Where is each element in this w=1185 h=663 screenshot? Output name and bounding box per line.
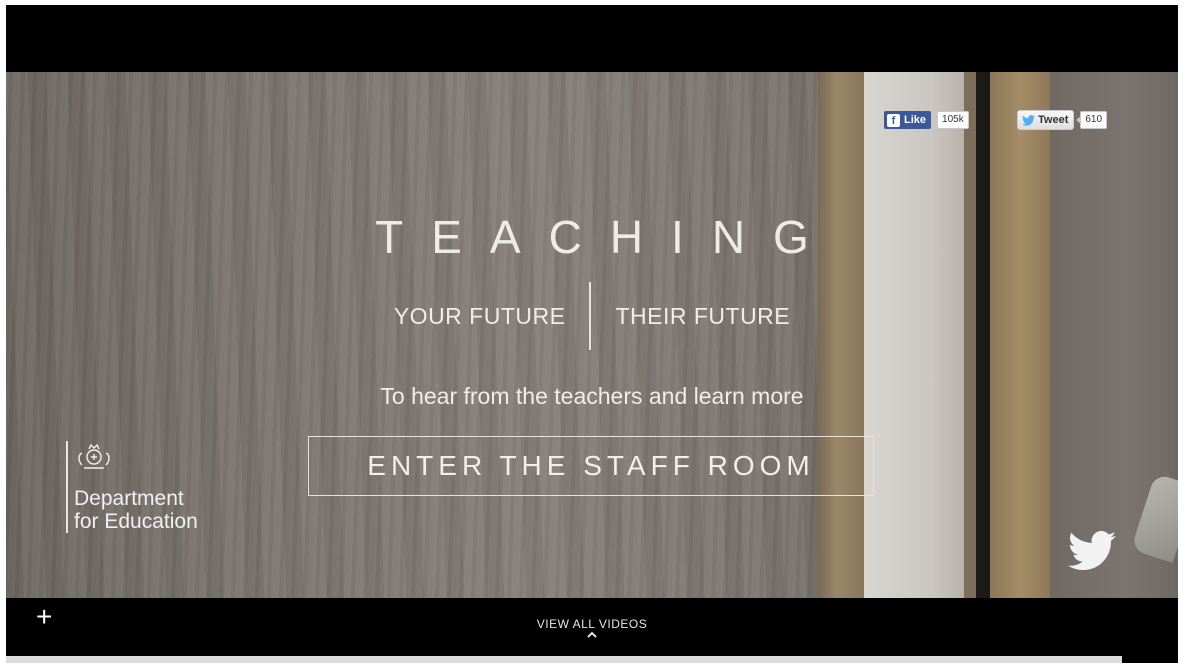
tweet-label: Tweet [1038, 114, 1069, 126]
video-frame: f Like 105k Tweet 610 TEACHING YOUR FUTU… [6, 5, 1178, 663]
facebook-like-button[interactable]: f Like [884, 111, 932, 129]
facebook-like-widget[interactable]: f Like 105k [884, 110, 969, 130]
royal-crest-icon [74, 441, 198, 479]
top-bar [6, 5, 1178, 72]
logo-line-2: for Education [74, 510, 198, 533]
tagline-left: YOUR FUTURE [393, 302, 566, 329]
hero-tagline: YOUR FUTURE THEIR FUTURE [6, 282, 1178, 350]
twitter-bird-icon[interactable] [1068, 531, 1116, 571]
twitter-bird-icon [1022, 114, 1035, 126]
like-label: Like [904, 114, 927, 126]
logo-line-1: Department [74, 487, 184, 510]
tweet-count: 610 [1076, 111, 1108, 129]
hero-subtitle: To hear from the teachers and learn more [380, 383, 804, 409]
hero-title: TEACHING [375, 211, 837, 263]
dfe-logo[interactable]: Department for Education [66, 441, 198, 533]
tagline-divider [589, 282, 592, 350]
tweet-widget[interactable]: Tweet 610 [1017, 110, 1108, 130]
tweet-button[interactable]: Tweet [1017, 110, 1075, 130]
like-count: 105k [933, 111, 969, 129]
chevron-up-icon[interactable] [586, 629, 598, 641]
enter-staff-room-button[interactable]: ENTER THE STAFF ROOM [308, 436, 874, 496]
tagline-right: THEIR FUTURE [615, 302, 791, 329]
facebook-icon: f [887, 113, 900, 127]
scroll-strip [6, 656, 1122, 663]
